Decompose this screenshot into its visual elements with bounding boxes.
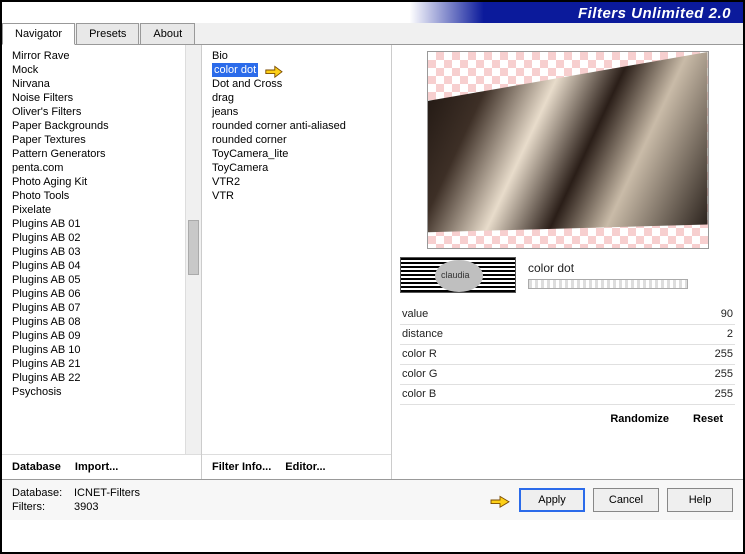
database-button[interactable]: Database (8, 459, 65, 475)
list-item[interactable]: Oliver's Filters (12, 105, 201, 119)
list-item[interactable]: Plugins AB 03 (12, 245, 201, 259)
list-item[interactable]: rounded corner (212, 133, 391, 147)
db-label: Database: (12, 486, 64, 500)
reset-button[interactable]: Reset (689, 411, 727, 427)
footer-info: Database: ICNET-Filters Filters: 3903 (12, 486, 489, 514)
footer: Database: ICNET-Filters Filters: 3903 Appl… (2, 479, 743, 520)
list-item-selected[interactable]: color dot (212, 63, 258, 77)
list-item[interactable]: VTR2 (212, 175, 391, 189)
list-item[interactable]: Plugins AB 09 (12, 329, 201, 343)
list-item[interactable]: ToyCamera_lite (212, 147, 391, 161)
list-item[interactable]: Plugins AB 22 (12, 371, 201, 385)
logo-label: claudia (441, 270, 470, 280)
list-item[interactable]: VTR (212, 189, 391, 203)
param-header: claudia color dot (400, 257, 735, 293)
filter-buttons: Filter Info... Editor... (202, 454, 391, 479)
list-item[interactable]: Paper Textures (12, 133, 201, 147)
list-item[interactable]: Nirvana (12, 77, 201, 91)
list-item[interactable]: Plugins AB 06 (12, 287, 201, 301)
list-item[interactable]: Mock (12, 63, 201, 77)
preview-shape (428, 52, 708, 248)
progress-bar (528, 279, 688, 289)
logo-claudia: claudia (400, 257, 516, 293)
list-item[interactable]: Plugins AB 01 (12, 217, 201, 231)
pointer-hand-icon (489, 491, 511, 509)
db-value: ICNET-Filters (74, 486, 140, 500)
main-content: Mirror Rave Mock Nirvana Noise Filters O… (2, 45, 743, 479)
list-item[interactable]: rounded corner anti-aliased (212, 119, 391, 133)
param-row[interactable]: value 90 (400, 305, 735, 325)
param-value: 2 (727, 327, 733, 342)
list-item[interactable]: Plugins AB 07 (12, 301, 201, 315)
list-item[interactable]: Plugins AB 05 (12, 273, 201, 287)
param-value: 255 (715, 367, 733, 382)
param-row[interactable]: distance 2 (400, 325, 735, 345)
filter-info-button[interactable]: Filter Info... (208, 459, 275, 475)
list-item[interactable]: jeans (212, 105, 391, 119)
category-buttons: Database Import... (2, 454, 201, 479)
filters-value: 3903 (74, 500, 98, 514)
apply-button[interactable]: Apply (519, 488, 585, 512)
preview-image (427, 51, 709, 249)
scrollbar-thumb[interactable] (188, 220, 199, 275)
list-item[interactable]: Plugins AB 08 (12, 315, 201, 329)
list-item[interactable]: Plugins AB 02 (12, 231, 201, 245)
editor-button[interactable]: Editor... (281, 459, 329, 475)
scrollbar[interactable] (185, 45, 201, 454)
cancel-button[interactable]: Cancel (593, 488, 659, 512)
app-title: Filters Unlimited 2.0 (578, 5, 731, 22)
list-item[interactable]: Noise Filters (12, 91, 201, 105)
category-list[interactable]: Mirror Rave Mock Nirvana Noise Filters O… (2, 45, 201, 454)
list-item[interactable]: Pixelate (12, 203, 201, 217)
param-name: value (402, 307, 428, 322)
list-item[interactable]: drag (212, 91, 391, 105)
list-item[interactable]: Bio (212, 49, 391, 63)
footer-buttons: Apply Cancel Help (489, 488, 733, 512)
param-row[interactable]: color G 255 (400, 365, 735, 385)
list-item[interactable]: Plugins AB 10 (12, 343, 201, 357)
list-item[interactable]: Psychosis (12, 385, 201, 399)
preview-column: claudia color dot value 90 distance 2 colo… (392, 45, 743, 479)
tab-presets[interactable]: Presets (76, 23, 139, 44)
tab-navigator[interactable]: Navigator (2, 23, 75, 45)
import-button[interactable]: Import... (71, 459, 122, 475)
param-name: distance (402, 327, 443, 342)
list-item[interactable]: Paper Backgrounds (12, 119, 201, 133)
param-row[interactable]: color B 255 (400, 385, 735, 405)
list-item[interactable]: Photo Aging Kit (12, 175, 201, 189)
filter-list[interactable]: Bio color dot Dot and Cross drag jeans r… (202, 45, 391, 454)
param-value: 255 (715, 347, 733, 362)
list-item[interactable]: Mirror Rave (12, 49, 201, 63)
filter-column: Bio color dot Dot and Cross drag jeans r… (202, 45, 392, 479)
filters-label: Filters: (12, 500, 64, 514)
list-item[interactable]: ToyCamera (212, 161, 391, 175)
title-bar: Filters Unlimited 2.0 (2, 2, 743, 24)
list-item[interactable]: Photo Tools (12, 189, 201, 203)
list-item[interactable]: Plugins AB 21 (12, 357, 201, 371)
category-column: Mirror Rave Mock Nirvana Noise Filters O… (2, 45, 202, 479)
list-item[interactable]: Pattern Generators (12, 147, 201, 161)
list-item[interactable]: Dot and Cross (212, 77, 391, 91)
param-name: color B (402, 387, 436, 402)
param-row[interactable]: color R 255 (400, 345, 735, 365)
current-filter-name: color dot (528, 261, 735, 275)
tab-about[interactable]: About (140, 23, 195, 44)
parameter-list: value90 distance2 color R255 color G255 … (400, 305, 735, 405)
param-name: color G (402, 367, 437, 382)
param-value: 255 (715, 387, 733, 402)
tab-bar: Navigator Presets About (2, 23, 743, 45)
randomize-button[interactable]: Randomize (606, 411, 673, 427)
param-value: 90 (721, 307, 733, 322)
list-item[interactable]: Plugins AB 04 (12, 259, 201, 273)
param-name: color R (402, 347, 437, 362)
list-item[interactable]: penta.com (12, 161, 201, 175)
help-button[interactable]: Help (667, 488, 733, 512)
preview-buttons: Randomize Reset (400, 405, 735, 431)
